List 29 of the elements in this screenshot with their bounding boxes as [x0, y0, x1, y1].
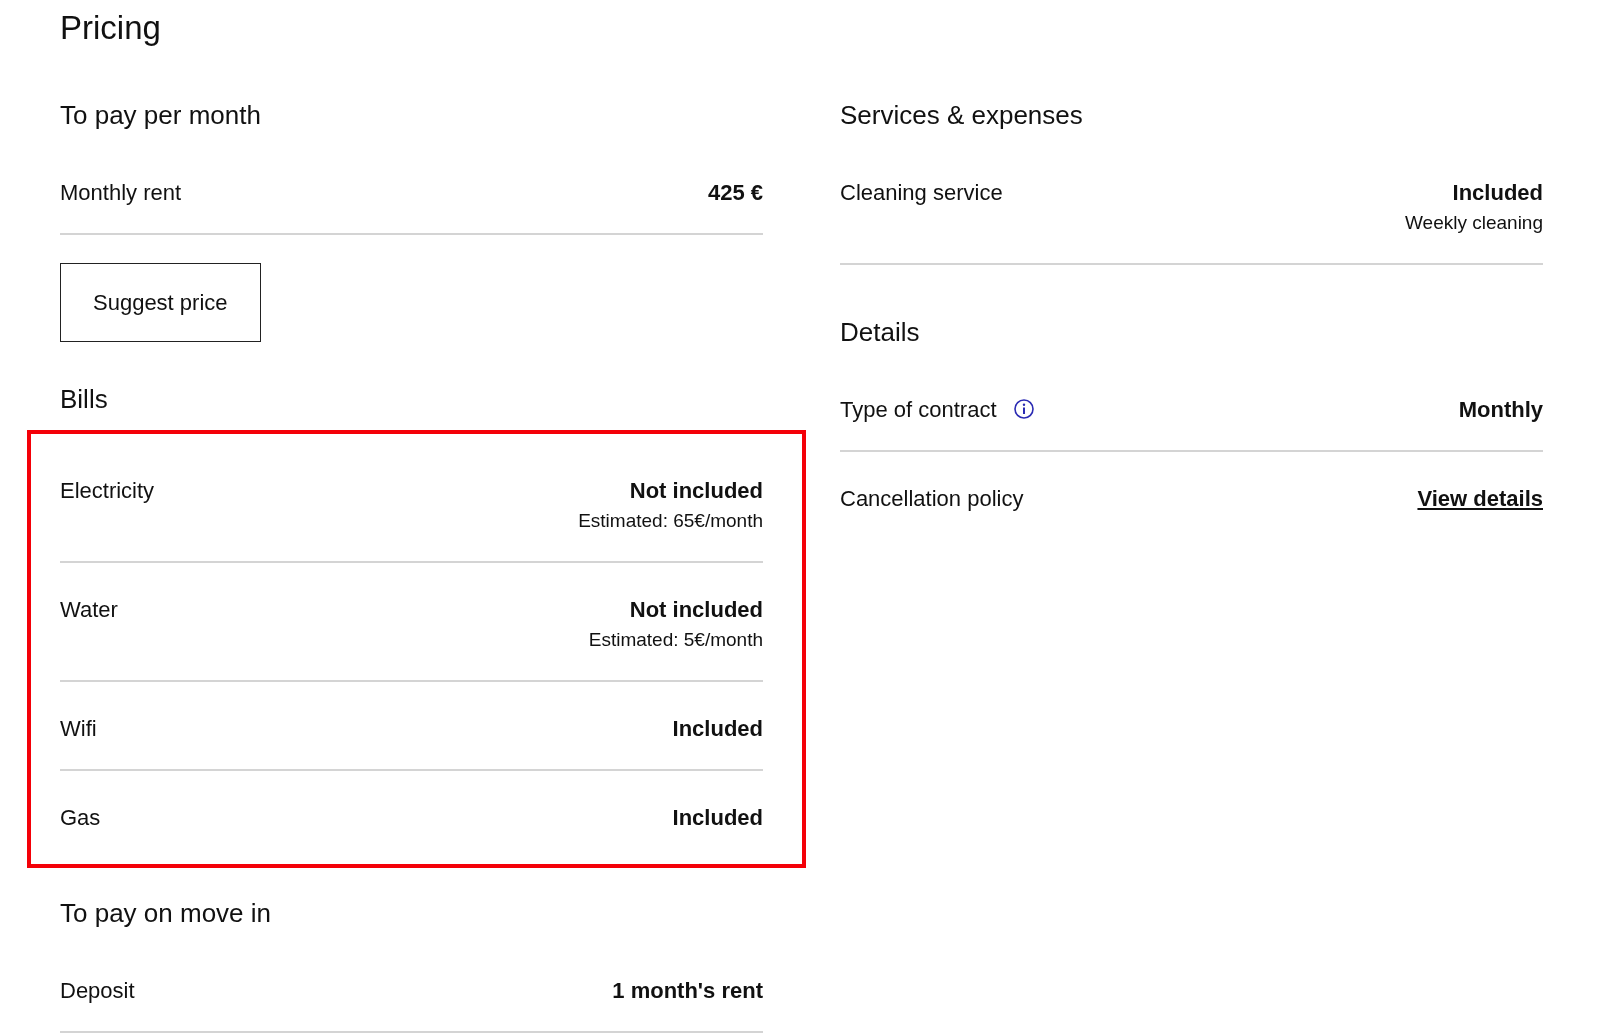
info-icon[interactable] [1012, 398, 1035, 420]
suggest-price-button[interactable]: Suggest price [60, 263, 261, 342]
section-heading: Bills [60, 383, 109, 416]
row-label: Gas [60, 805, 101, 830]
row-note: Estimated: 65€/month [578, 509, 763, 533]
row-label: Type of contract [840, 397, 997, 422]
row-note: Estimated: 5€/month [588, 628, 763, 652]
row-label: Water [60, 597, 118, 622]
row-label: Cleaning service [840, 180, 1003, 205]
row-label: Wifi [60, 716, 97, 741]
section-heading: Services & expenses [840, 99, 1084, 132]
view-details-link[interactable]: View details [1417, 486, 1543, 512]
row-value: 425 € [707, 180, 763, 206]
page-title: Pricing [60, 8, 162, 48]
section-heading: To pay on move in [60, 897, 272, 930]
row-label: Cancellation policy [840, 486, 1024, 511]
row-label: Electricity [60, 478, 155, 503]
row-note: Weekly cleaning [1405, 211, 1543, 235]
row-value: Not included [629, 478, 763, 504]
row-label: Monthly rent [60, 180, 182, 205]
section-heading: Details [840, 316, 921, 349]
section-heading: To pay per month [60, 99, 262, 132]
row-value: Monthly [1458, 397, 1543, 423]
row-value: Not included [629, 597, 763, 623]
row-value: Included [672, 716, 763, 742]
row-label: Deposit [60, 978, 135, 1003]
row-value: Included [1452, 180, 1543, 206]
row-value: 1 month's rent [612, 978, 763, 1004]
row-value: Included [672, 805, 763, 831]
